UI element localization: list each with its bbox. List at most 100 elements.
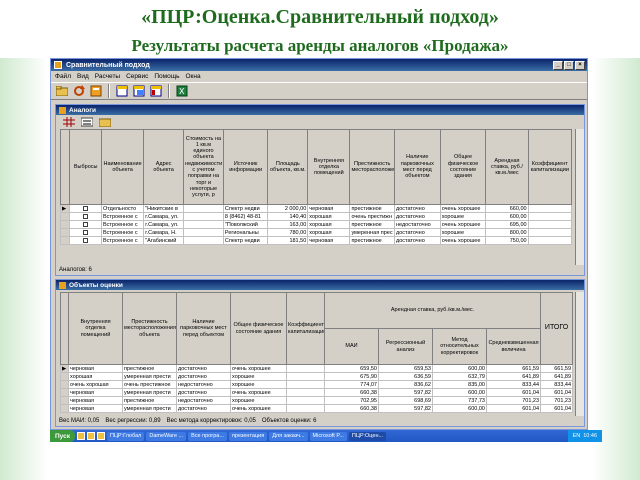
quicklaunch-icon[interactable] (87, 432, 95, 440)
row-indicator[interactable]: ▶ (60, 364, 69, 373)
cell[interactable]: недостаточно (176, 396, 231, 405)
cell[interactable]: достаточно (393, 228, 441, 237)
cell[interactable]: очень хорошее (439, 204, 487, 213)
cell[interactable]: 181,50 (267, 236, 309, 245)
col-header[interactable]: Средневзвешенная величина (485, 328, 542, 365)
col-header[interactable]: Площадь объекта, кв.м. (267, 129, 309, 205)
cell[interactable]: очень хорошая (68, 380, 123, 389)
outlier-checkbox[interactable] (83, 221, 89, 227)
cell[interactable]: очень хорошее (230, 388, 287, 397)
outlier-checkbox-cell[interactable] (69, 212, 103, 221)
cell[interactable] (183, 212, 224, 221)
taskbar-button[interactable]: ПЦР:Глобал (107, 431, 145, 441)
cell[interactable]: 750,00 (485, 236, 529, 245)
col-header[interactable]: Общее физическое состояние здания (439, 129, 487, 205)
cell[interactable]: 641,89 (485, 372, 542, 381)
quicklaunch-icon[interactable] (77, 432, 85, 440)
taskbar-button[interactable]: Все програ... (188, 431, 227, 441)
cell[interactable]: черновая (307, 236, 351, 245)
cell[interactable]: хорошее (439, 212, 487, 221)
cell[interactable]: 774,07 (324, 380, 379, 389)
cell[interactable] (286, 372, 325, 381)
menu-windows[interactable]: Окна (185, 73, 200, 80)
cell[interactable]: хорошая (307, 220, 351, 229)
cell[interactable]: "Поволжский (222, 220, 269, 229)
cell[interactable]: Встроенное с (101, 212, 145, 221)
table-row[interactable]: ▶ черновая престижное достаточно очень х… (60, 364, 574, 373)
cell[interactable]: 800,00 (485, 228, 529, 237)
taskbar-button-active[interactable]: ПЦР:Оцен... (348, 431, 387, 441)
cell[interactable]: 660,38 (324, 388, 379, 397)
menu-view[interactable]: Вид (77, 73, 89, 80)
taskbar-button[interactable]: презентация (228, 431, 268, 441)
outlier-checkbox-cell[interactable] (69, 236, 103, 245)
cell[interactable]: г.Самара, ул. (143, 212, 185, 221)
col-header[interactable]: Арендная ставка, руб./кв.м./мес (485, 129, 529, 205)
cell[interactable]: 833,44 (485, 380, 542, 389)
cell[interactable]: г.Самара, ул. (143, 220, 185, 229)
menu-calculations[interactable]: Расчеты (95, 73, 120, 80)
cell[interactable]: достаточно (176, 372, 231, 381)
cell[interactable]: 780,00 (267, 228, 309, 237)
outlier-checkbox-cell[interactable] (69, 220, 103, 229)
cell[interactable]: г.Самара, Н. (143, 228, 185, 237)
cell[interactable]: очень хорошее (230, 364, 287, 373)
cell[interactable]: 597,82 (378, 388, 433, 397)
cell[interactable]: очень хорошее (439, 220, 487, 229)
cell[interactable]: 163,00 (267, 220, 309, 229)
cell[interactable]: 835,00 (432, 380, 487, 389)
row-indicator[interactable] (60, 372, 69, 381)
maximize-button[interactable]: □ (564, 60, 574, 70)
close-button[interactable]: × (575, 60, 585, 70)
col-header[interactable]: МАИ (324, 328, 379, 365)
cell[interactable]: 659,50 (324, 364, 379, 373)
cell[interactable]: Встроенное с (101, 236, 145, 245)
row-indicator[interactable] (60, 388, 69, 397)
cell[interactable] (183, 204, 224, 213)
row-indicator[interactable] (59, 236, 71, 245)
cell[interactable]: 702,95 (324, 396, 379, 405)
cell[interactable]: достаточно (176, 404, 231, 413)
cell[interactable]: престижное (122, 396, 177, 405)
table-row[interactable]: Встроенное с "Агабинский Спектр недви 18… (59, 236, 573, 245)
checklist-icon[interactable] (80, 115, 94, 129)
col-header[interactable]: Наличие парковочных мест перед объектом (176, 292, 231, 365)
cell[interactable]: 661,59 (485, 364, 542, 373)
table-row[interactable]: черновая престижное недостаточно хорошее… (60, 396, 574, 405)
cell[interactable] (286, 396, 325, 405)
cell[interactable] (183, 236, 224, 245)
language-indicator[interactable]: EN (573, 433, 581, 439)
cell[interactable]: 661,59 (540, 364, 574, 373)
cell[interactable]: черновая (68, 404, 123, 413)
cell[interactable]: умеренная прести (122, 404, 177, 413)
folder-icon[interactable] (98, 115, 112, 129)
cell[interactable]: хорошее (230, 380, 287, 389)
cell[interactable]: престижное (349, 236, 395, 245)
row-indicator[interactable] (59, 212, 71, 221)
cell[interactable]: 659,53 (378, 364, 433, 373)
row-indicator[interactable] (59, 228, 71, 237)
cell[interactable]: умеренная прес (349, 228, 395, 237)
cell[interactable]: 140,40 (267, 212, 309, 221)
cell[interactable]: 8 (8462) 48-81 (222, 212, 269, 221)
window-arrange-icon[interactable] (149, 84, 163, 98)
cell[interactable] (286, 404, 325, 413)
cell[interactable]: черновая (307, 204, 351, 213)
cell[interactable]: 600,00 (432, 364, 487, 373)
cell[interactable]: 701,23 (485, 396, 542, 405)
grid-icon[interactable] (62, 115, 76, 129)
cell[interactable] (527, 220, 573, 229)
taskbar-button[interactable]: Microsoft P... (309, 431, 347, 441)
table-row[interactable]: хорошая умеренная прести достаточно хоро… (60, 372, 574, 381)
cell[interactable]: достаточно (393, 204, 441, 213)
table-row[interactable]: черновая умеренная прести достаточно оче… (60, 388, 574, 397)
col-header[interactable]: Внутренняя отделка помещений (307, 129, 351, 205)
cell[interactable]: Встроенное с (101, 228, 145, 237)
cell[interactable]: 660,00 (485, 204, 529, 213)
cell[interactable]: 601,04 (485, 388, 542, 397)
outlier-checkbox-cell[interactable] (69, 204, 103, 213)
cell[interactable]: 701,23 (540, 396, 574, 405)
cell[interactable]: "Никитские в (143, 204, 185, 213)
cell[interactable]: 2 000,00 (267, 204, 309, 213)
cell[interactable] (527, 228, 573, 237)
